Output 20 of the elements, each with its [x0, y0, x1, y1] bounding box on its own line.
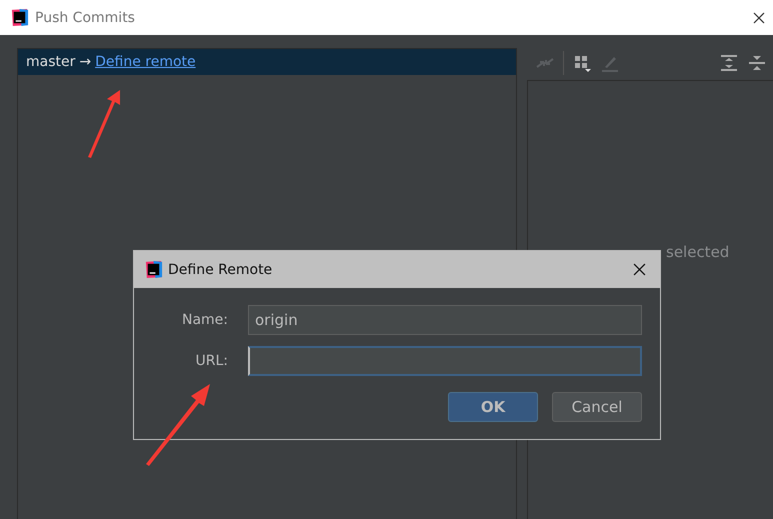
text-field[interactable]: origin: [248, 305, 642, 335]
dialog-title: Define Remote: [168, 262, 272, 278]
empty-text: selected: [666, 243, 730, 261]
field-label: Name:: [180, 312, 228, 328]
window-title: Push Commits: [35, 10, 135, 26]
expand-all-icon[interactable]: [719, 53, 739, 73]
app-logo-icon: [144, 260, 163, 279]
text-field[interactable]: [248, 346, 642, 376]
app-logo-icon: [10, 8, 29, 27]
field-label: URL:: [194, 353, 228, 369]
tree-row[interactable]: master → Define remote: [18, 49, 516, 75]
close-icon[interactable]: [753, 12, 765, 24]
ok-button[interactable]: OK: [448, 392, 538, 422]
branch-label: master: [26, 54, 76, 70]
define-remote-link[interactable]: Define remote: [95, 54, 196, 70]
cancel-button[interactable]: Cancel: [552, 392, 642, 422]
grid-icon[interactable]: [572, 53, 592, 73]
collapse-all-icon[interactable]: [747, 53, 767, 73]
arrow-glyph: →: [79, 54, 92, 70]
close-icon[interactable]: [633, 263, 646, 276]
